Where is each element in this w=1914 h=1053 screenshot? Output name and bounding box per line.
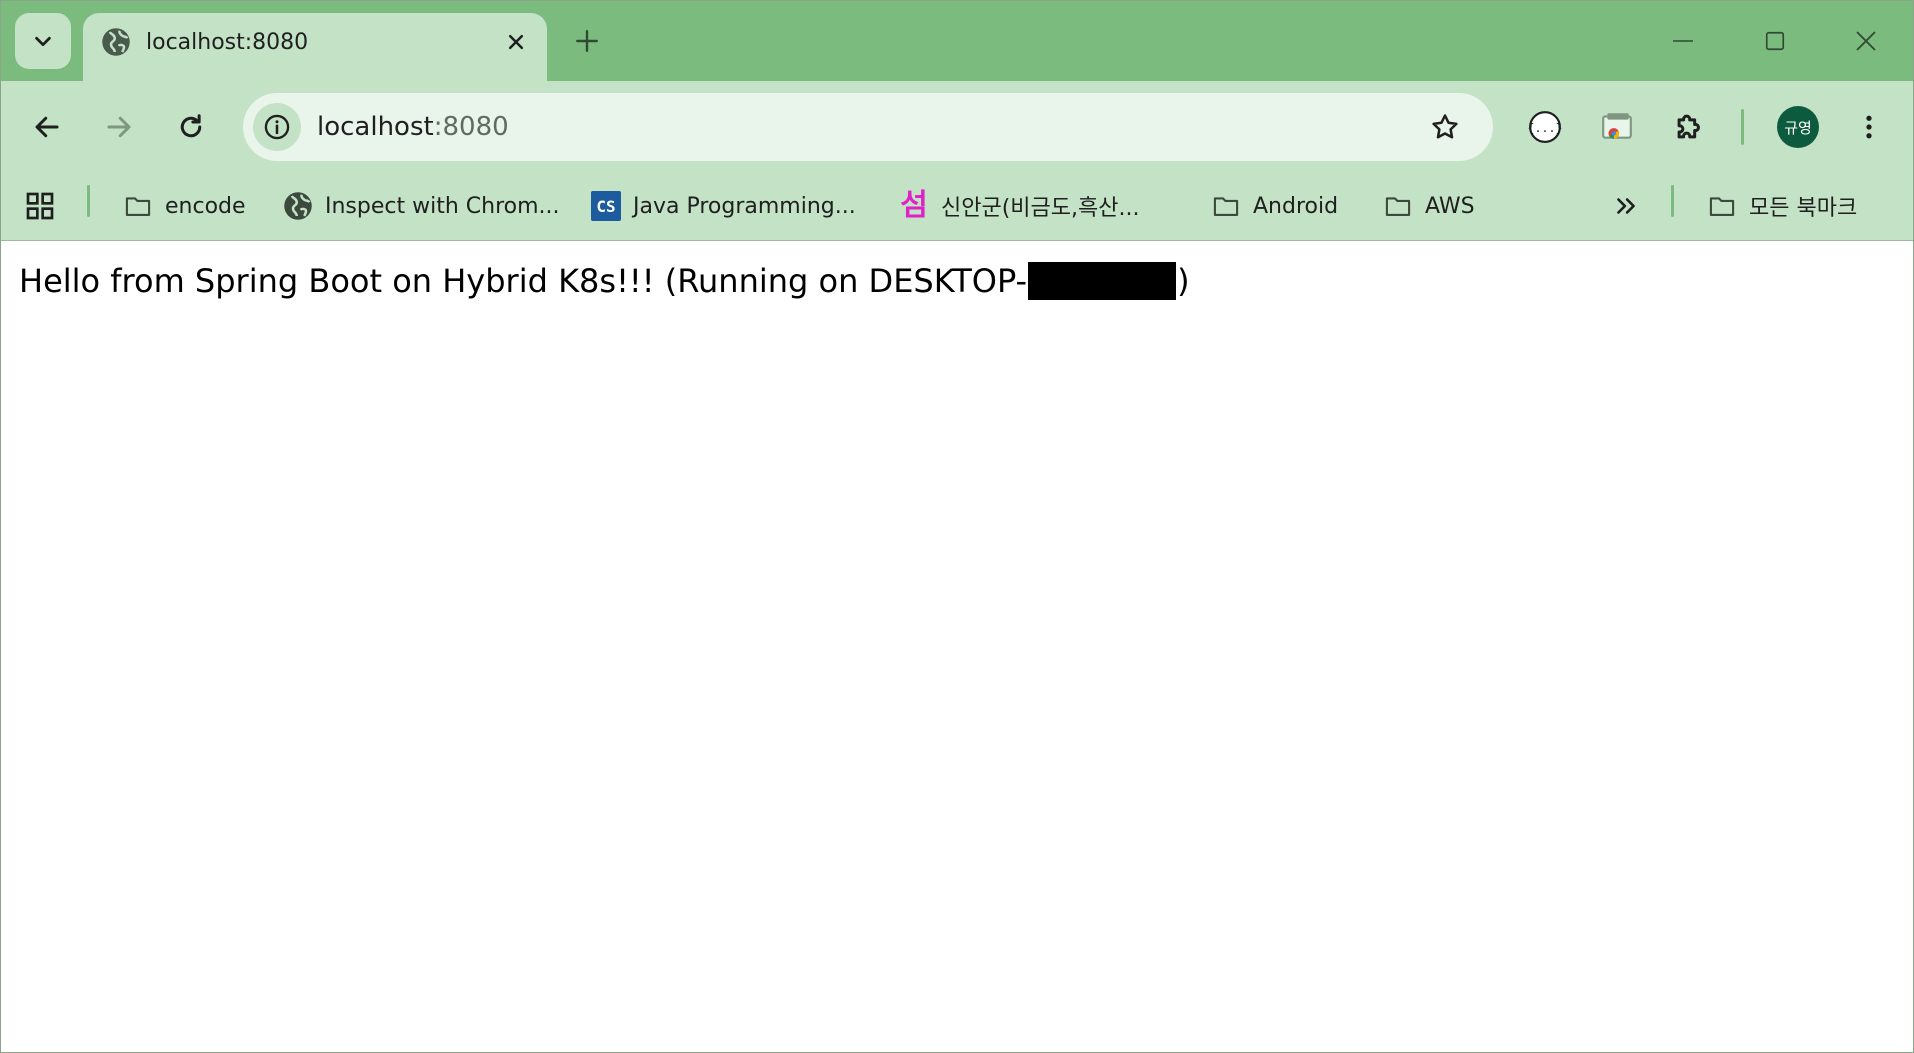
reload-button[interactable] bbox=[167, 103, 215, 151]
url-text[interactable]: localhost:8080 bbox=[317, 112, 509, 142]
message-text: Hello from Spring Boot on Hybrid K8s!!! … bbox=[19, 262, 1028, 300]
browser-window: localhost:8080 localhost:8080 {...} 규영 e… bbox=[0, 0, 1914, 1053]
close-icon bbox=[1856, 31, 1876, 51]
tab-close-button[interactable] bbox=[501, 27, 531, 57]
folder-icon bbox=[1381, 189, 1415, 223]
seom-icon-text: 섬 bbox=[900, 188, 928, 223]
cast-extension-button[interactable] bbox=[1593, 103, 1641, 151]
maximize-icon bbox=[1765, 31, 1785, 51]
folder-icon bbox=[1705, 189, 1739, 223]
bookmark-label: Inspect with Chrom... bbox=[325, 193, 560, 219]
folder-icon bbox=[121, 189, 155, 223]
redacted-hostname bbox=[1028, 262, 1177, 300]
bookmark-label: 신안군(비금도,흑산... bbox=[941, 196, 1140, 221]
page-content: Hello from Spring Boot on Hybrid K8s!!! … bbox=[1, 242, 1913, 1052]
chrome-cast-icon bbox=[1602, 113, 1632, 139]
bookmark-inspect-with-chrome[interactable]: Inspect with Chrom... bbox=[281, 183, 560, 229]
all-bookmarks-label: 모든 북마크 bbox=[1749, 196, 1858, 221]
info-icon bbox=[264, 114, 290, 140]
url-host: localhost bbox=[317, 112, 434, 142]
bookmarks-divider bbox=[1671, 185, 1674, 217]
plus-icon bbox=[576, 30, 598, 52]
back-button[interactable] bbox=[23, 103, 71, 151]
bookmark-label: encode bbox=[165, 193, 246, 219]
bookmarks-overflow-button[interactable] bbox=[1609, 183, 1653, 229]
json-viewer-icon: {...} bbox=[1528, 111, 1562, 143]
maximize-button[interactable] bbox=[1755, 21, 1795, 61]
address-bar[interactable]: localhost:8080 bbox=[243, 93, 1493, 161]
new-tab-button[interactable] bbox=[569, 23, 605, 59]
bookmark-star-button[interactable] bbox=[1427, 109, 1463, 145]
extensions-button[interactable] bbox=[1665, 103, 1713, 151]
more-vertical-icon bbox=[1866, 115, 1872, 139]
profile-avatar-button[interactable]: 규영 bbox=[1777, 106, 1819, 148]
url-port: :8080 bbox=[433, 112, 509, 142]
cs-icon-text: CS bbox=[591, 191, 621, 221]
bookmark-label: Android bbox=[1253, 193, 1339, 219]
bookmark-label: Java Programming... bbox=[633, 193, 856, 219]
all-bookmarks-button[interactable]: 모든 북마크 bbox=[1705, 183, 1857, 229]
message-closing-paren: ) bbox=[1177, 262, 1190, 300]
site-info-button[interactable] bbox=[253, 103, 301, 151]
globe-icon bbox=[102, 28, 130, 56]
chevron-down-icon bbox=[35, 36, 51, 47]
double-chevron-right-icon bbox=[1609, 189, 1643, 223]
tab-strip: localhost:8080 bbox=[1, 1, 1913, 81]
toolbar-divider bbox=[1741, 109, 1744, 145]
arrow-right-icon bbox=[107, 116, 131, 138]
toolbar: localhost:8080 {...} 규영 bbox=[1, 81, 1913, 173]
close-window-button[interactable] bbox=[1846, 21, 1886, 61]
bookmark-encode[interactable]: encode bbox=[121, 183, 246, 229]
tab-search-button[interactable] bbox=[15, 13, 71, 69]
bookmark-label: AWS bbox=[1425, 193, 1475, 219]
minimize-icon bbox=[1673, 40, 1693, 42]
close-icon bbox=[508, 34, 524, 50]
puzzle-icon bbox=[1677, 114, 1700, 139]
globe-icon bbox=[281, 189, 315, 223]
bookmarks-divider bbox=[87, 185, 90, 217]
apps-button[interactable] bbox=[23, 183, 67, 229]
seom-icon: 섬 bbox=[897, 189, 931, 223]
menu-button[interactable] bbox=[1845, 103, 1893, 151]
arrow-left-icon bbox=[35, 116, 59, 138]
apps-grid-icon bbox=[23, 189, 57, 223]
folder-icon bbox=[1209, 189, 1243, 223]
json-extension-button[interactable]: {...} bbox=[1521, 103, 1569, 151]
tab-active[interactable]: localhost:8080 bbox=[83, 13, 547, 81]
star-icon bbox=[1432, 114, 1458, 139]
reload-icon bbox=[180, 114, 202, 138]
minimize-button[interactable] bbox=[1663, 21, 1703, 61]
bookmark-sinan-gun[interactable]: 섬 신안군(비금도,흑산... bbox=[897, 183, 1139, 229]
bookmark-aws[interactable]: AWS bbox=[1381, 183, 1475, 229]
page-message: Hello from Spring Boot on Hybrid K8s!!! … bbox=[19, 262, 1190, 300]
forward-button[interactable] bbox=[95, 103, 143, 151]
bookmark-android[interactable]: Android bbox=[1209, 183, 1338, 229]
svg-text:{...}: {...} bbox=[1528, 121, 1562, 135]
cs-icon: CS bbox=[589, 189, 623, 223]
tab-title: localhost:8080 bbox=[146, 30, 309, 55]
bookmark-java-programming[interactable]: CS Java Programming... bbox=[589, 183, 856, 229]
